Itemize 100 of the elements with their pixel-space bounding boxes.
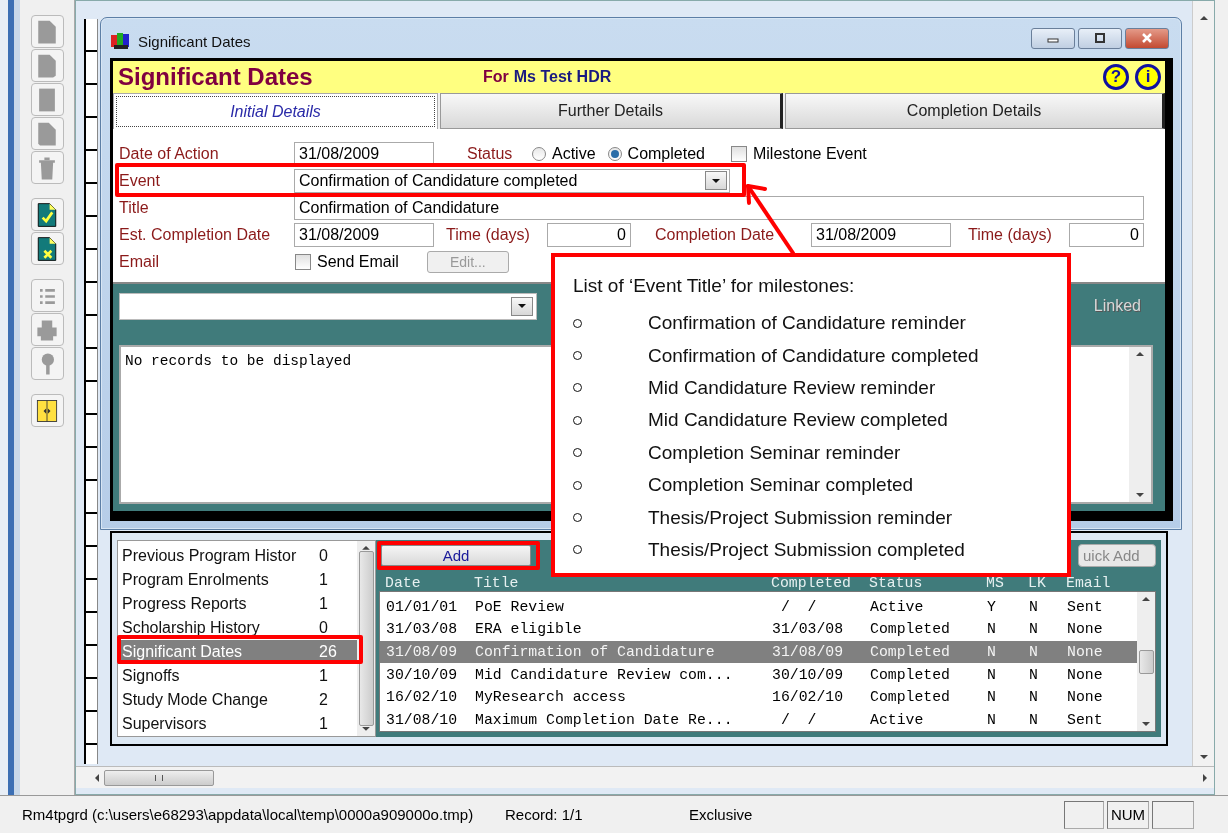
up-arrow-icon[interactable] xyxy=(1135,351,1145,357)
table-cell-text: Active xyxy=(870,598,925,615)
column-header[interactable]: Completed xyxy=(771,575,869,592)
table-cell-text: 31/08/09 xyxy=(772,643,845,660)
callout-item: Mid Candidature Review completed xyxy=(648,409,948,432)
scroll-thumb[interactable] xyxy=(104,769,214,786)
header-label: For xyxy=(483,68,509,86)
table-cell-text: Confirmation of Candidature xyxy=(475,643,716,660)
days-field[interactable]: 0 xyxy=(1069,222,1144,247)
scrollbar[interactable] xyxy=(1129,347,1151,502)
scrollbar[interactable] xyxy=(1137,592,1155,731)
column-header[interactable]: MS xyxy=(986,575,1028,592)
field-label: Time (days) xyxy=(446,225,531,244)
down-arrow-icon[interactable] xyxy=(361,726,371,732)
table-cell-text: ERA eligible xyxy=(475,621,583,638)
table-cell-text: 31/08/10 xyxy=(386,711,459,728)
table-row[interactable]: 31/03/08 ERA eligible 31/03/08 Completed N N None xyxy=(380,618,1137,641)
date-field[interactable]: 31/08/2009 xyxy=(294,141,434,166)
help-button[interactable]: ? xyxy=(1103,64,1129,90)
table-cell-text: N xyxy=(1029,643,1039,660)
toolbar-button[interactable] xyxy=(30,232,64,265)
table-cell-text: Mid Candidature Review com... xyxy=(475,666,734,683)
list-item[interactable]: Supervisors 1 xyxy=(118,712,357,736)
window-title: Significant Dates xyxy=(138,32,251,50)
radio-button[interactable]: Completed xyxy=(607,144,705,163)
scrollbar[interactable] xyxy=(76,766,1214,788)
callout-item: Confirmation of Candidature reminder xyxy=(648,312,966,335)
table-cell-text: Sent xyxy=(1067,711,1104,728)
table-cell-text: N xyxy=(987,711,997,728)
student-name: Ms Test HDR xyxy=(513,68,612,86)
date-field[interactable]: 31/08/2009 xyxy=(294,222,434,247)
table-row[interactable]: 30/10/09 Mid Candidature Review com... 30/10/09 Completed N N None xyxy=(380,663,1137,686)
status-text: Exclusive xyxy=(689,806,754,823)
table-cell-text: None xyxy=(1067,666,1104,683)
field-label: Completion Date xyxy=(655,225,776,244)
list-item[interactable]: Scholarship History 0 xyxy=(118,616,357,640)
info-button[interactable]: i xyxy=(1135,64,1161,90)
toolbar-button[interactable] xyxy=(30,394,64,427)
table-cell-text: 31/03/08 xyxy=(772,621,845,638)
table-row[interactable]: 16/02/10 MyResearch access 16/02/10 Completed N N None xyxy=(380,685,1137,709)
title-field[interactable]: Confirmation of Candidature xyxy=(294,195,1144,220)
status-text: Rm4tpgrd (c:\users\e68293\appdata\local\temp\0000a909000o.tmp) xyxy=(22,806,475,823)
table-cell-text: N xyxy=(987,689,997,706)
scroll-thumb[interactable] xyxy=(1138,649,1154,674)
scroll-thumb[interactable] xyxy=(358,550,374,727)
list-item[interactable]: Program Enrolments 1 xyxy=(118,568,357,592)
scrollbar[interactable] xyxy=(357,541,375,736)
column-header[interactable]: Status xyxy=(869,575,986,592)
radio-button[interactable]: Active xyxy=(532,144,596,163)
list-item[interactable]: Study Mode Change 2 xyxy=(118,688,357,712)
up-arrow-icon[interactable] xyxy=(361,545,371,551)
tab[interactable]: Initial Details xyxy=(113,93,438,129)
tab[interactable]: Further Details xyxy=(440,93,783,129)
down-arrow-icon[interactable] xyxy=(1198,754,1209,760)
date-field[interactable]: 31/08/2009 xyxy=(811,222,951,247)
up-arrow-icon[interactable] xyxy=(1141,596,1151,603)
column-header[interactable]: Title xyxy=(474,575,771,592)
table-cell-text: / / xyxy=(779,598,818,615)
table-row[interactable]: 31/08/09 Confirmation of Candidature 31/08/09 Completed N N None xyxy=(380,640,1137,664)
list-item[interactable]: Signoffs 1 xyxy=(118,664,357,688)
left-arrow-icon[interactable] xyxy=(94,772,100,783)
callout-item: Completion Seminar completed xyxy=(648,474,914,497)
down-arrow-icon[interactable] xyxy=(1135,492,1145,498)
field-label: Email xyxy=(119,252,160,271)
status-panel xyxy=(1064,800,1104,829)
table-cell-text: Completed xyxy=(870,621,951,638)
table-row[interactable]: 31/08/10 Maximum Completion Date Re... / / Active N N Sent xyxy=(380,708,1137,731)
checkbox[interactable]: Send Email xyxy=(295,252,399,271)
close-button[interactable] xyxy=(1125,27,1169,49)
right-arrow-icon[interactable] xyxy=(1202,772,1208,783)
callout-item: Completion Seminar reminder xyxy=(648,441,901,464)
table-cell-text: Y xyxy=(987,598,997,615)
down-arrow-icon[interactable] xyxy=(1141,721,1151,727)
table-row[interactable]: 01/01/01 PoE Review / / Active Y N Sent xyxy=(380,595,1137,619)
column-header[interactable]: Date xyxy=(385,575,474,592)
callout-item: Thesis/Project Submission reminder xyxy=(648,506,953,529)
field-label: Date of Action xyxy=(119,144,220,163)
dropdown[interactable] xyxy=(119,292,537,320)
scrollbar[interactable] xyxy=(1192,1,1214,766)
list-item[interactable]: Progress Reports 1 xyxy=(118,592,357,616)
toolbar-button[interactable] xyxy=(30,198,64,231)
table-cell-text: MyResearch access xyxy=(475,689,627,706)
table-cell-text: None xyxy=(1067,621,1104,638)
checkbox[interactable]: Milestone Event xyxy=(730,144,867,163)
column-header[interactable]: Email xyxy=(1066,575,1136,592)
days-field[interactable]: 0 xyxy=(547,222,631,247)
column-header[interactable]: LK xyxy=(1028,575,1066,592)
empty-message: No records to be displayed xyxy=(125,353,352,369)
add-button[interactable]: Add xyxy=(381,544,531,566)
up-arrow-icon[interactable] xyxy=(1198,15,1209,21)
maximize-icon xyxy=(1093,33,1107,43)
table-cell-text: 16/02/10 xyxy=(386,689,459,706)
tab[interactable]: Completion Details xyxy=(785,93,1165,129)
table-cell-text: N xyxy=(987,621,997,638)
table-cell-text: 16/02/10 xyxy=(772,689,845,706)
list-item[interactable]: Previous Program Histor 0 xyxy=(118,544,357,568)
linked-label: Linked xyxy=(1093,297,1141,315)
table-cell-text: Active xyxy=(870,711,925,728)
maximize-button[interactable] xyxy=(1078,27,1122,49)
table-cell-text: / / xyxy=(779,711,818,728)
